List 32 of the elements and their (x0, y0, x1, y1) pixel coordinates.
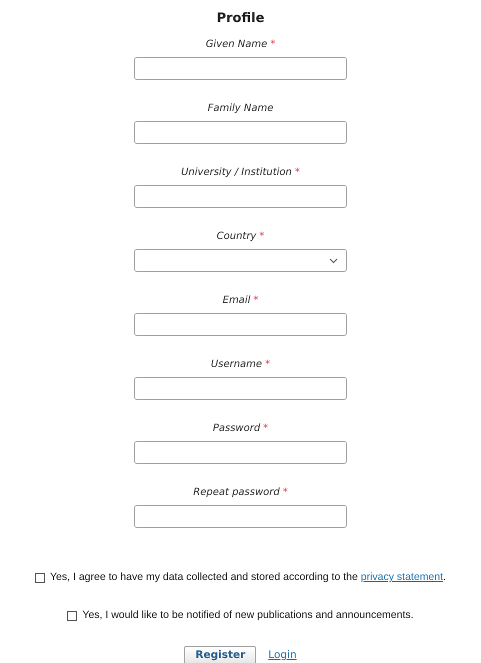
consent-text: Yes, I agree to have my data collected and stored according to the privacy statement. (50, 570, 446, 585)
consent-text: Yes, I would like to be notified of new publications and announcements. (82, 608, 414, 623)
page-title: Profile (216, 10, 264, 28)
text-field[interactable] (134, 377, 347, 400)
field-label: Password (212, 422, 260, 436)
required-mark: * (294, 166, 300, 180)
field-label: University / Institution (181, 166, 292, 180)
field-label: Family Name (208, 102, 274, 116)
field-label: Country (216, 230, 256, 244)
text-field[interactable] (134, 505, 347, 528)
required-mark: * (253, 294, 258, 308)
required-mark: * (259, 230, 264, 244)
checkbox[interactable] (67, 610, 78, 621)
text-field[interactable] (134, 121, 347, 144)
required-mark: * (263, 422, 268, 436)
field-label: Email (222, 294, 250, 308)
text-field[interactable] (134, 441, 347, 464)
text-field[interactable] (134, 313, 347, 336)
field-label: Username (210, 358, 262, 372)
country-select[interactable] (134, 249, 347, 272)
privacy-link[interactable]: privacy statement (360, 571, 444, 583)
chevron-down-icon (329, 258, 338, 264)
field-label: Repeat password (193, 486, 280, 500)
required-mark: * (282, 486, 288, 500)
login-link[interactable]: Login (268, 648, 297, 663)
required-mark: * (265, 358, 270, 372)
register-button[interactable]: Register (184, 646, 256, 663)
checkbox[interactable] (35, 572, 46, 583)
required-mark: * (270, 38, 276, 52)
text-field[interactable] (134, 57, 347, 80)
text-field[interactable] (134, 185, 347, 208)
field-label: Given Name (206, 38, 268, 52)
